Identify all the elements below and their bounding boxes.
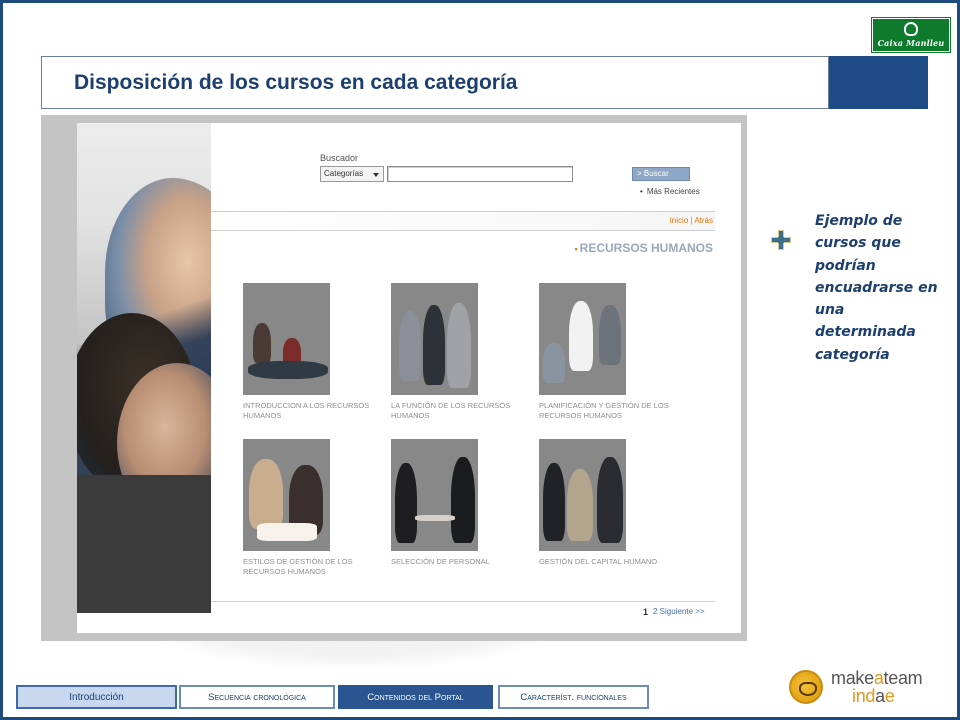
pagination: 1 2 Siguiente >> [211, 601, 715, 623]
portal-page: Buscador Categorías > Buscar Más Recient… [77, 123, 741, 633]
makeateam-indae-logo: makeateam indae [789, 668, 939, 708]
leaf-icon [904, 22, 918, 36]
category-heading: RECURSOS HUMANOS [575, 241, 713, 255]
course-card[interactable]: GESTIÓN DEL CAPITAL HUMANO [539, 439, 679, 567]
category-select-value: Categorías [324, 169, 364, 178]
nav-bar: Inicio | Atrás [211, 211, 715, 231]
tab-contenidos-portal[interactable]: Contenidos del Portal [338, 685, 493, 709]
logo-text: Caixa Manlleu [877, 38, 945, 48]
course-thumbnail[interactable] [539, 439, 626, 551]
plus-icon [771, 230, 791, 250]
course-thumbnail[interactable] [243, 283, 330, 395]
breadcrumb-links[interactable]: Inicio | Atrás [670, 216, 713, 225]
search-label: Buscador [320, 153, 359, 163]
page-current: 1 [643, 607, 649, 617]
side-note: Ejemplo de cursos que podrían encuadrars… [815, 213, 938, 363]
title-bar: Disposición de los cursos en cada catego… [41, 56, 829, 109]
logo-word-indae: indae [852, 686, 895, 706]
course-thumbnail[interactable] [391, 439, 478, 551]
course-thumbnail[interactable] [391, 283, 478, 395]
course-title[interactable]: GESTIÓN DEL CAPITAL HUMANO [539, 557, 679, 567]
course-card[interactable]: SELECCIÓN DE PERSONAL [391, 439, 531, 567]
course-title[interactable]: PLANIFICACIÓN Y GESTIÓN DE LOS RECURSOS … [539, 401, 679, 421]
course-card[interactable]: INTRODUCCION A LOS RECURSOS HUMANOS [243, 283, 383, 421]
search-input[interactable] [387, 166, 573, 182]
caixa-manlleu-logo: Caixa Manlleu [871, 17, 951, 53]
chevron-down-icon [373, 173, 379, 177]
course-thumbnail[interactable] [539, 283, 626, 395]
page-next-link[interactable]: 2 Siguiente >> [653, 607, 705, 616]
recent-link[interactable]: Más Recientes [640, 187, 700, 196]
course-title[interactable]: SELECCIÓN DE PERSONAL [391, 557, 531, 567]
title-accent-block [829, 56, 928, 109]
tab-secuencia-cronologica[interactable]: Secuencia cronológica [179, 685, 335, 709]
course-card[interactable]: PLANIFICACIÓN Y GESTIÓN DE LOS RECURSOS … [539, 283, 679, 421]
course-thumbnail[interactable] [243, 439, 330, 551]
slide: Caixa Manlleu Disposición de los cursos … [0, 0, 960, 720]
course-title[interactable]: ESTILOS DE GESTIÓN DE LOS RECURSOS HUMAN… [243, 557, 383, 577]
portal-screenshot: Buscador Categorías > Buscar Más Recient… [41, 115, 747, 641]
search-button[interactable]: > Buscar [632, 167, 690, 181]
category-select[interactable]: Categorías [320, 166, 384, 182]
course-card[interactable]: LA FUNCIÓN DE LOS RECURSOS HUMANOS [391, 283, 531, 421]
makeateam-emblem-icon [789, 670, 823, 704]
course-card[interactable]: ESTILOS DE GESTIÓN DE LOS RECURSOS HUMAN… [243, 439, 383, 577]
tab-introduccion[interactable]: Introducción [16, 685, 177, 709]
course-title[interactable]: LA FUNCIÓN DE LOS RECURSOS HUMANOS [391, 401, 531, 421]
course-title[interactable]: INTRODUCCION A LOS RECURSOS HUMANOS [243, 401, 383, 421]
dark-panel [77, 475, 211, 613]
tab-caracteristicas-funcionales[interactable]: Característ. funcionales [498, 685, 649, 709]
page-title: Disposición de los cursos en cada catego… [74, 71, 518, 94]
